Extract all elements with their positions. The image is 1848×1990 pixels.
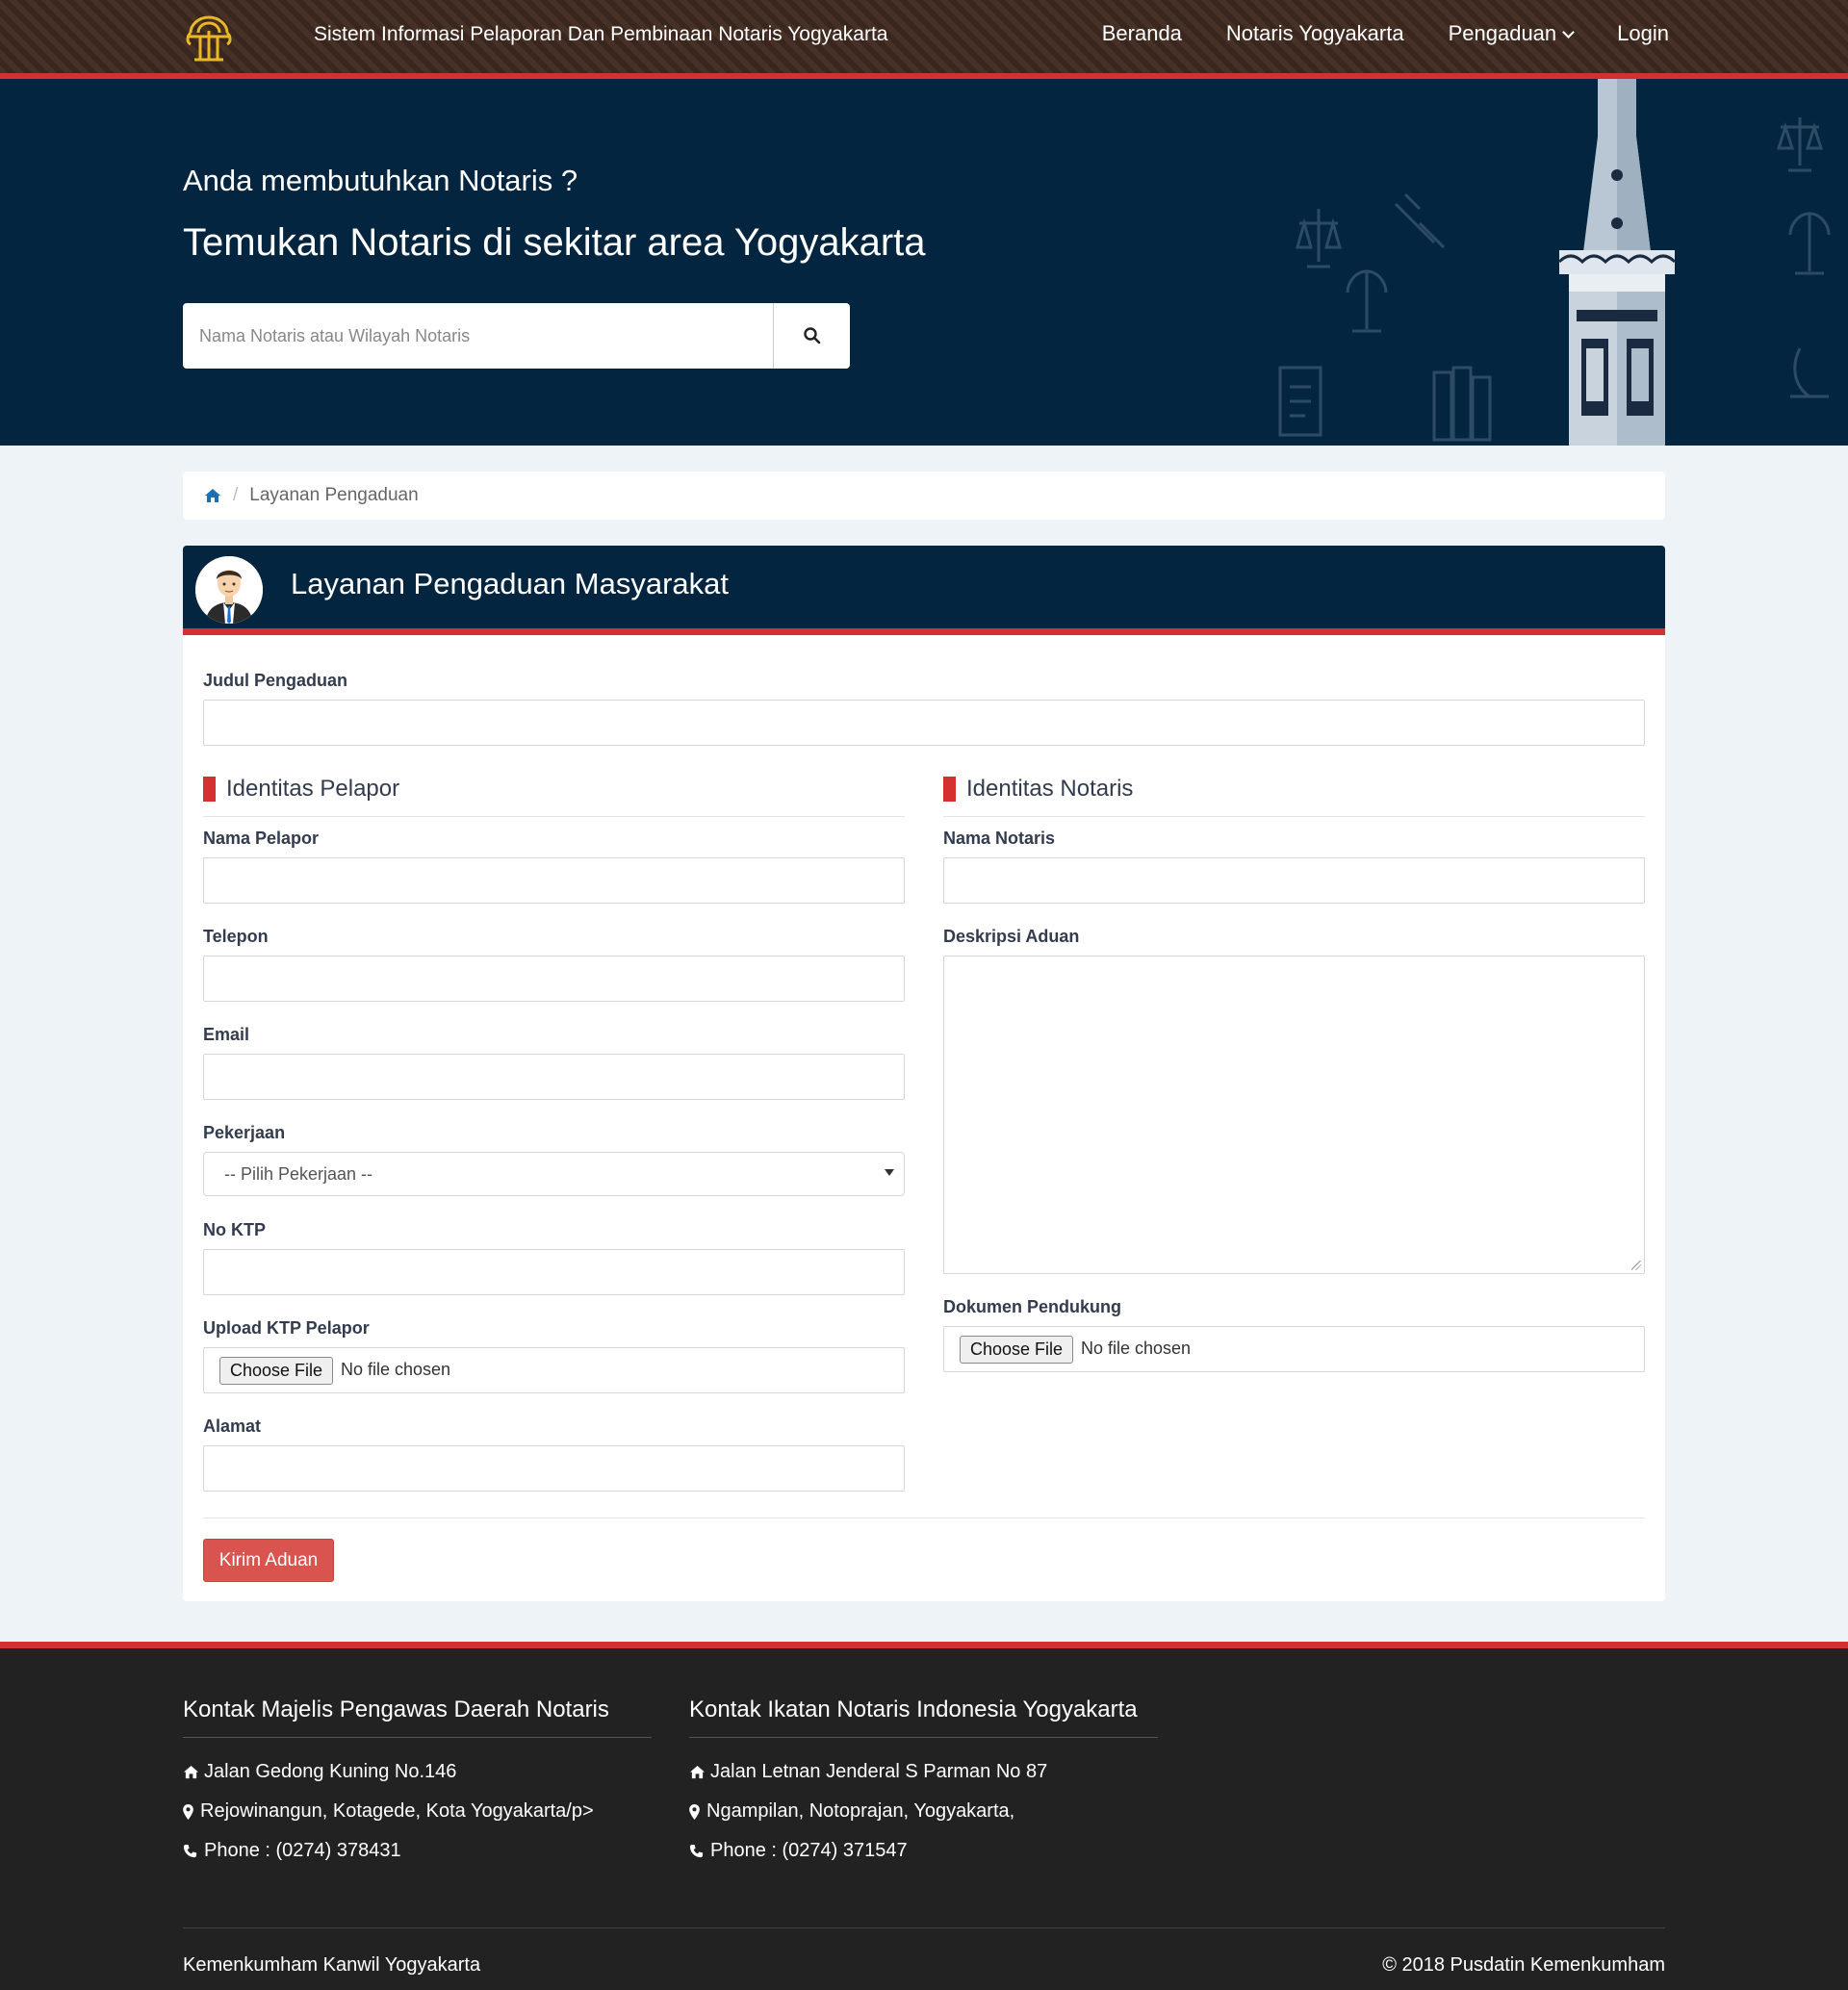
identitas-notaris-heading: Identitas Notaris	[943, 776, 1133, 803]
divider	[943, 816, 1645, 817]
avatar	[195, 556, 263, 624]
pekerjaan-label: Pekerjaan	[203, 1123, 286, 1142]
chevron-down-icon	[1562, 26, 1576, 38]
site-title[interactable]: Sistem Informasi Pelaporan Dan Pembinaan…	[314, 23, 888, 46]
footer-contact-mpd: Kontak Majelis Pengawas Daerah Notaris J…	[183, 1697, 652, 1862]
footer-contact-ini: Kontak Ikatan Notaris Indonesia Yogyakar…	[689, 1697, 1158, 1862]
hero-title: Temukan Notaris di sekitar area Yogyakar…	[183, 221, 926, 264]
map-marker-icon	[183, 1803, 200, 1820]
map-marker-icon	[689, 1803, 706, 1820]
deskripsi-aduan-textarea[interactable]	[943, 956, 1645, 1274]
footer-col1-title: Kontak Majelis Pengawas Daerah Notaris	[183, 1697, 652, 1738]
section-marker	[943, 777, 956, 802]
footer-col1-address: Jalan Gedong Kuning No.146	[204, 1761, 457, 1782]
dokumen-pendukung-label: Dokumen Pendukung	[943, 1297, 1122, 1316]
search-input[interactable]	[183, 303, 773, 369]
hero-subtitle: Anda membutuhkan Notaris ?	[183, 164, 578, 197]
footer-col2-phone-line: Phone : (0274) 371547	[689, 1840, 1158, 1862]
footer-col2-phone: Phone : (0274) 371547	[710, 1840, 908, 1861]
complaint-form-panel: Layanan Pengaduan Masyarakat Judul Penga…	[183, 546, 1665, 1601]
telepon-label: Telepon	[203, 927, 269, 946]
dokumen-choose-file-button[interactable]: Choose File	[960, 1336, 1074, 1364]
nav-login[interactable]: Login	[1617, 21, 1669, 46]
footer-copyright: © 2018 Pusdatin Kemenkumham	[1382, 1954, 1665, 1976]
home-icon	[183, 1765, 204, 1779]
footer-col1-phone: Phone : (0274) 378431	[204, 1840, 401, 1861]
footer-col2-area: Ngampilan, Notoprajan, Yogyakarta,	[706, 1800, 1015, 1822]
search-bar	[183, 303, 850, 369]
nav-pengaduan-dropdown[interactable]: Pengaduan	[1448, 21, 1576, 46]
breadcrumb-current: Layanan Pengaduan	[249, 485, 419, 505]
upload-ktp-choose-file-button[interactable]: Choose File	[219, 1357, 334, 1385]
pekerjaan-selected-value: -- Pilih Pekerjaan --	[224, 1164, 373, 1184]
upload-ktp-field: Choose File No file chosen	[203, 1347, 905, 1393]
panel-header: Layanan Pengaduan Masyarakat	[183, 546, 1665, 635]
judul-pengaduan-input[interactable]	[203, 700, 1645, 746]
telepon-input[interactable]	[203, 956, 905, 1002]
breadcrumb-separator: /	[233, 485, 239, 505]
identitas-pelapor-heading: Identitas Pelapor	[203, 776, 399, 803]
top-navbar: Sistem Informasi Pelaporan Dan Pembinaan…	[0, 0, 1848, 79]
nav-pengaduan-label: Pengaduan	[1448, 21, 1557, 45]
email-label: Email	[203, 1025, 250, 1044]
footer-col1-phone-line: Phone : (0274) 378431	[183, 1840, 652, 1862]
logo-icon[interactable]	[181, 12, 237, 65]
nama-pelapor-input[interactable]	[203, 857, 905, 904]
phone-icon	[689, 1844, 710, 1858]
dropdown-arrow-icon	[885, 1169, 894, 1176]
deskripsi-aduan-label: Deskripsi Aduan	[943, 927, 1080, 946]
panel-title: Layanan Pengaduan Masyarakat	[291, 567, 729, 600]
judul-pengaduan-label: Judul Pengaduan	[203, 671, 348, 690]
nama-notaris-label: Nama Notaris	[943, 829, 1056, 848]
identitas-notaris-title: Identitas Notaris	[966, 776, 1134, 802]
footer-col1-area: Rejowinangun, Kotagede, Kota Yogyakarta/…	[200, 1800, 594, 1822]
footer-col1-area-line: Rejowinangun, Kotagede, Kota Yogyakarta/…	[183, 1800, 652, 1823]
home-icon	[689, 1765, 710, 1779]
search-icon	[803, 327, 820, 344]
alamat-label: Alamat	[203, 1416, 262, 1436]
businessman-avatar-icon	[195, 556, 263, 624]
identitas-pelapor-title: Identitas Pelapor	[226, 776, 400, 802]
home-icon[interactable]	[204, 488, 221, 503]
divider	[203, 816, 905, 817]
section-marker	[203, 777, 216, 802]
footer-col2-area-line: Ngampilan, Notoprajan, Yogyakarta,	[689, 1800, 1158, 1823]
footer-org-name: Kemenkumham Kanwil Yogyakarta	[183, 1954, 481, 1976]
footer-col2-title: Kontak Ikatan Notaris Indonesia Yogyakar…	[689, 1697, 1158, 1738]
no-ktp-input[interactable]	[203, 1249, 905, 1295]
nav-notaris-yogyakarta[interactable]: Notaris Yogyakarta	[1226, 21, 1404, 46]
pekerjaan-select[interactable]: -- Pilih Pekerjaan --	[203, 1152, 905, 1196]
footer-col2-address: Jalan Letnan Jenderal S Parman No 87	[710, 1761, 1048, 1782]
nama-notaris-input[interactable]	[943, 857, 1645, 904]
breadcrumb: / Layanan Pengaduan	[183, 472, 1665, 520]
dokumen-status: No file chosen	[1081, 1339, 1192, 1358]
tugu-monument-illustration	[1278, 79, 1831, 446]
no-ktp-label: No KTP	[203, 1220, 266, 1239]
footer-col2-address-line: Jalan Letnan Jenderal S Parman No 87	[689, 1761, 1158, 1783]
hero-banner: Anda membutuhkan Notaris ? Temukan Notar…	[0, 79, 1848, 446]
footer-divider	[183, 1927, 1665, 1928]
resize-handle[interactable]	[1631, 1261, 1641, 1270]
nama-pelapor-label: Nama Pelapor	[203, 829, 320, 848]
dokumen-pendukung-field: Choose File No file chosen	[943, 1326, 1645, 1372]
email-input[interactable]	[203, 1054, 905, 1100]
nav-beranda[interactable]: Beranda	[1102, 21, 1182, 46]
search-button[interactable]	[773, 303, 850, 369]
upload-ktp-status: No file chosen	[341, 1360, 451, 1379]
kirim-aduan-button[interactable]: Kirim Aduan	[203, 1539, 334, 1582]
alamat-input[interactable]	[203, 1445, 905, 1492]
main-menu: Beranda Notaris Yogyakarta Pengaduan Log…	[1102, 21, 1669, 46]
footer-col1-address-line: Jalan Gedong Kuning No.146	[183, 1761, 652, 1783]
upload-ktp-label: Upload KTP Pelapor	[203, 1318, 370, 1338]
footer: Kontak Majelis Pengawas Daerah Notaris J…	[0, 1642, 1848, 1990]
phone-icon	[183, 1844, 204, 1858]
